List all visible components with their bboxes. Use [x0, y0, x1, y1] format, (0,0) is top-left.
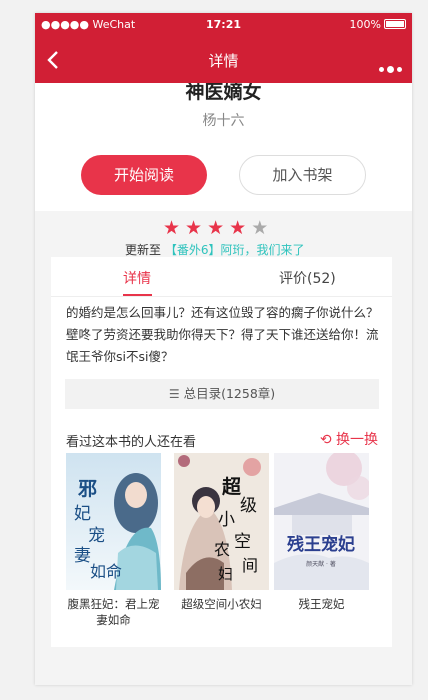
svg-text:宠: 宠 [88, 526, 105, 546]
also-read-title: 看过这本书的人还在看 [66, 435, 197, 450]
rating-row: ★★★★★ 更新至 【番外6】阿珩，我们来了 [35, 211, 412, 259]
svg-text:妻: 妻 [74, 546, 91, 566]
book-name[interactable]: 残王宠妃 [274, 596, 369, 612]
book-cover[interactable]: 残王宠妃 颜天猷 · 著 [274, 453, 369, 590]
refresh-label: 换一换 [336, 432, 378, 448]
synopsis-text: 的婚约是怎么回事儿？还有这位毁了容的瘸子你说什么？壁咚了劳资还要我助你得天下？得… [66, 305, 379, 364]
book-cover[interactable]: 超 级 小 空 农 间 妇 [174, 453, 269, 590]
svg-text:妇: 妇 [218, 565, 233, 583]
svg-text:空: 空 [234, 532, 251, 552]
svg-text:超: 超 [221, 475, 242, 498]
add-to-shelf-button[interactable]: 加入书架 [239, 155, 366, 195]
svg-text:间: 间 [242, 556, 258, 575]
svg-text:小: 小 [218, 510, 235, 530]
tab-bar: 详情 评价(52) [51, 257, 392, 297]
star-filled-icon: ★ [185, 217, 208, 239]
battery-percent: 100% [349, 18, 381, 31]
star-rating: ★★★★★ [163, 217, 273, 239]
tab-reviews[interactable]: 评价(52) [279, 268, 336, 288]
svg-text:残王宠妃: 残王宠妃 [287, 534, 355, 555]
book-item[interactable]: 残王宠妃 颜天猷 · 著 残王宠妃 [274, 453, 369, 612]
svg-text:如命: 如命 [90, 562, 122, 581]
book-cover[interactable]: 邪 妃 宠 妻 如命 [66, 453, 161, 590]
book-name[interactable]: 超级空间小农妇 [174, 596, 269, 612]
battery-icon [384, 19, 406, 29]
also-read-header: 看过这本书的人还在看 ⟲ 换一换 [51, 409, 392, 453]
svg-text:邪: 邪 [77, 478, 97, 500]
star-filled-icon: ★ [163, 217, 186, 239]
action-buttons: 开始阅读 加入书架 [35, 155, 412, 211]
book-name[interactable]: 腹黑狂妃：君上宠妻如命 [66, 596, 161, 628]
recommended-books: 邪 妃 宠 妻 如命 腹黑狂妃：君上宠妻如命 超 级 小 空 农 间 妇 超级空… [51, 453, 392, 643]
active-tab-indicator [123, 294, 152, 296]
star-filled-icon: ★ [207, 217, 230, 239]
detail-card: 详情 评价(52) 的婚约是怎么回事儿？还有这位毁了容的瘸子你说什么？壁咚了劳资… [51, 257, 392, 647]
update-prefix: 更新至 [125, 243, 162, 257]
page-title: 详情 [208, 52, 239, 70]
svg-text:级: 级 [240, 496, 257, 516]
svg-text:农: 农 [214, 540, 230, 559]
star-empty-icon: ★ [251, 217, 274, 239]
more-menu-icon[interactable] [376, 57, 402, 76]
battery-indicator: 100% [350, 18, 406, 31]
phone-screen: ●●●●● WeChat 17:21 100% 详情 神医嫡女 杨十六 开始阅读… [35, 13, 412, 685]
book-item[interactable]: 邪 妃 宠 妻 如命 腹黑狂妃：君上宠妻如命 [66, 453, 161, 628]
status-bar: ●●●●● WeChat 17:21 100% [35, 13, 412, 37]
tab-details[interactable]: 详情 [123, 268, 151, 288]
list-icon: ☰ [168, 387, 180, 401]
refresh-icon: ⟲ [319, 432, 332, 448]
latest-update[interactable]: 更新至 【番外6】阿珩，我们来了 [125, 241, 304, 258]
book-author: 杨十六 [202, 113, 245, 129]
latest-chapter-link[interactable]: 【番外6】阿珩，我们来了 [165, 243, 305, 257]
star-filled-icon: ★ [229, 217, 252, 239]
nav-bar: 详情 [35, 37, 412, 83]
book-item[interactable]: 超 级 小 空 农 间 妇 超级空间小农妇 [174, 453, 269, 612]
book-title: 神医嫡女 [185, 83, 262, 103]
start-reading-button[interactable]: 开始阅读 [81, 155, 207, 195]
refresh-button[interactable]: ⟲ 换一换 [320, 429, 378, 449]
toc-label: 总目录(1258章) [183, 386, 276, 401]
table-of-contents-button[interactable]: ☰ 总目录(1258章) [65, 379, 379, 409]
svg-text:颜天猷 · 著: 颜天猷 · 著 [306, 560, 336, 568]
svg-text:妃: 妃 [74, 504, 91, 524]
